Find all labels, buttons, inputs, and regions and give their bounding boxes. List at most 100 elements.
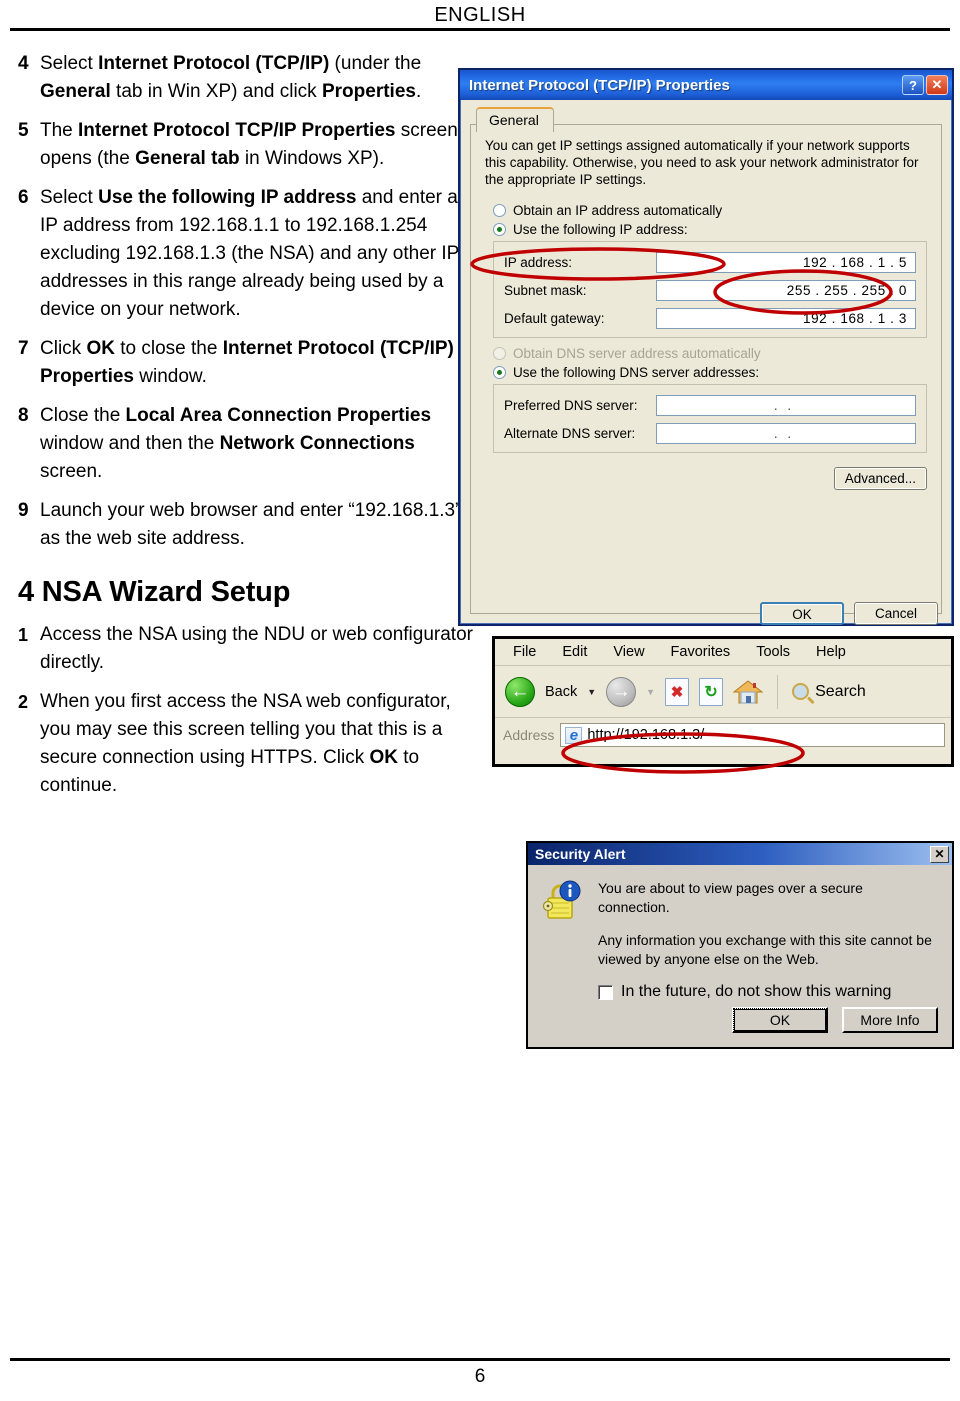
stop-icon[interactable]: ✖ bbox=[665, 677, 690, 706]
ip-address-row: IP address: 192 . 168 . 1 . 5 bbox=[504, 252, 916, 273]
tab-general[interactable]: General bbox=[476, 107, 554, 132]
footer-rule bbox=[10, 1358, 950, 1361]
radio-obtain-ip-automatically[interactable]: Obtain an IP address automatically bbox=[493, 203, 927, 218]
ok-button[interactable]: OK bbox=[760, 602, 844, 625]
security-alert-texts: You are about to view pages over a secur… bbox=[598, 879, 936, 1001]
section-title: 4 NSA Wizard Setup bbox=[18, 576, 291, 608]
instruction-step: 4 Select Internet Protocol (TCP/IP) (unde… bbox=[18, 50, 473, 106]
close-icon[interactable]: ✕ bbox=[926, 75, 948, 95]
dialog-titlebar[interactable]: Internet Protocol (TCP/IP) Properties ? … bbox=[460, 70, 952, 100]
dialog-footer-buttons: OK Cancel bbox=[760, 602, 938, 625]
dialog-body: General You can get IP settings assigned… bbox=[460, 100, 952, 625]
search-button[interactable]: Search bbox=[788, 679, 866, 704]
ip-address-label: IP address: bbox=[504, 255, 573, 270]
address-value: http://192.168.1.3/ bbox=[587, 727, 705, 743]
step-text: Close the Local Area Connection Properti… bbox=[40, 405, 432, 482]
default-gateway-row: Default gateway: 192 . 168 . 1 . 3 bbox=[504, 308, 916, 329]
refresh-icon[interactable]: ↻ bbox=[699, 677, 724, 706]
ie-icon: e bbox=[565, 726, 583, 744]
search-icon bbox=[788, 679, 813, 704]
back-dropdown-icon[interactable]: ▼ bbox=[587, 687, 596, 697]
forward-dropdown-icon[interactable]: ▼ bbox=[646, 687, 655, 697]
do-not-show-warning-checkbox-row[interactable]: In the future, do not show this warning bbox=[598, 983, 936, 1001]
step-number: 6 bbox=[18, 187, 29, 208]
radio-label: Use the following DNS server addresses: bbox=[513, 365, 760, 380]
menu-item-view[interactable]: View bbox=[613, 644, 644, 660]
back-button-label[interactable]: Back bbox=[545, 684, 577, 700]
search-label: Search bbox=[815, 682, 866, 700]
subnet-mask-row: Subnet mask: 255 . 255 . 255 . 0 bbox=[504, 280, 916, 301]
more-info-button[interactable]: More Info bbox=[842, 1007, 938, 1033]
browser-window: File Edit View Favorites Tools Help ← Back ▼ … bbox=[492, 636, 954, 767]
step-text: Launch your web browser and enter “192.1… bbox=[40, 500, 462, 549]
general-tab-panel: You can get IP settings assigned automat… bbox=[470, 124, 942, 614]
menu-item-help[interactable]: Help bbox=[816, 644, 846, 660]
step-text: When you first access the NSA web config… bbox=[40, 691, 451, 796]
instruction-step: 8 Close the Local Area Connection Propert… bbox=[18, 402, 473, 486]
page-number: 6 bbox=[474, 1366, 486, 1387]
security-alert-dialog: Security Alert ✕ You are about to view p… bbox=[526, 841, 954, 1049]
ip-address-input[interactable]: 192 . 168 . 1 . 5 bbox=[656, 252, 916, 273]
menu-item-favorites[interactable]: Favorites bbox=[671, 644, 731, 660]
checkbox-icon[interactable] bbox=[598, 984, 613, 1000]
subnet-mask-input[interactable]: 255 . 255 . 255 . 0 bbox=[656, 280, 916, 301]
address-input[interactable]: e http://192.168.1.3/ bbox=[560, 723, 945, 747]
step-text: Click OK to close the Internet Protocol … bbox=[40, 338, 454, 387]
dns-fields-group: Preferred DNS server: . . Alternate DNS … bbox=[493, 384, 927, 453]
checkbox-label: In the future, do not show this warning bbox=[621, 983, 892, 1000]
alternate-dns-row: Alternate DNS server: . . bbox=[504, 423, 916, 444]
preferred-dns-label: Preferred DNS server: bbox=[504, 398, 638, 413]
default-gateway-input[interactable]: 192 . 168 . 1 . 3 bbox=[656, 308, 916, 329]
alternate-dns-label: Alternate DNS server: bbox=[504, 426, 636, 441]
step-number: 5 bbox=[18, 120, 29, 141]
toolbar-separator bbox=[777, 674, 779, 709]
step-text: Select Internet Protocol (TCP/IP) (under… bbox=[40, 53, 422, 102]
address-bar: Address e http://192.168.1.3/ bbox=[495, 718, 951, 752]
dialog-title: Internet Protocol (TCP/IP) Properties bbox=[469, 76, 730, 94]
alternate-dns-input[interactable]: . . bbox=[656, 423, 916, 444]
help-icon[interactable]: ? bbox=[902, 75, 924, 95]
step-number: 8 bbox=[18, 405, 29, 426]
step-number: 1 bbox=[18, 625, 29, 645]
address-label: Address bbox=[503, 727, 555, 743]
menu-item-file[interactable]: File bbox=[513, 644, 536, 660]
step-number: 7 bbox=[18, 338, 29, 359]
preferred-dns-row: Preferred DNS server: . . bbox=[504, 395, 916, 416]
security-alert-titlebar[interactable]: Security Alert ✕ bbox=[528, 843, 952, 865]
radio-use-following-dns[interactable]: Use the following DNS server addresses: bbox=[493, 365, 927, 380]
radio-icon bbox=[493, 204, 506, 217]
menu-item-tools[interactable]: Tools bbox=[756, 644, 790, 660]
instruction-step: 5 The Internet Protocol TCP/IP Properties… bbox=[18, 117, 473, 173]
security-alert-buttons: OK More Info bbox=[732, 1007, 938, 1033]
home-icon[interactable] bbox=[732, 678, 764, 706]
radio-icon-selected bbox=[493, 223, 506, 236]
step-number: 9 bbox=[18, 500, 29, 521]
security-alert-line1: You are about to view pages over a secur… bbox=[598, 880, 863, 915]
security-alert-line2: Any information you exchange with this s… bbox=[598, 932, 932, 967]
radio-icon-selected bbox=[493, 366, 506, 379]
intro-text: You can get IP settings assigned automat… bbox=[485, 138, 919, 187]
close-icon[interactable]: ✕ bbox=[930, 845, 949, 863]
menu-item-edit[interactable]: Edit bbox=[562, 644, 587, 660]
radio-use-following-ip[interactable]: Use the following IP address: bbox=[493, 222, 927, 237]
toolbar: ← Back ▼ → ▼ ✖ ↻ Search bbox=[495, 666, 951, 718]
preferred-dns-input[interactable]: . . bbox=[656, 395, 916, 416]
step-text: The Internet Protocol TCP/IP Properties … bbox=[40, 120, 458, 169]
forward-icon[interactable]: → bbox=[606, 676, 637, 707]
radio-obtain-dns-automatically: Obtain DNS server address automatically bbox=[493, 346, 927, 361]
ok-button-label: OK bbox=[733, 1008, 827, 1032]
instruction-step: 9 Launch your web browser and enter “192.… bbox=[18, 497, 473, 553]
tcpip-properties-dialog: Internet Protocol (TCP/IP) Properties ? … bbox=[458, 68, 954, 626]
ok-button[interactable]: OK bbox=[732, 1007, 828, 1033]
radio-label: Obtain an IP address automatically bbox=[513, 203, 723, 218]
subnet-mask-label: Subnet mask: bbox=[504, 283, 587, 298]
back-icon[interactable]: ← bbox=[505, 676, 535, 707]
cancel-button[interactable]: Cancel bbox=[854, 602, 938, 625]
radio-label: Obtain DNS server address automatically bbox=[513, 346, 761, 361]
secure-lock-icon bbox=[542, 879, 584, 925]
instruction-step: 6 Select Use the following IP address and… bbox=[18, 184, 473, 324]
instruction-step: 7 Click OK to close the Internet Protocol… bbox=[18, 335, 473, 391]
security-alert-body: You are about to view pages over a secur… bbox=[528, 865, 952, 1011]
advanced-row: Advanced... bbox=[485, 467, 927, 490]
advanced-button[interactable]: Advanced... bbox=[833, 467, 927, 490]
